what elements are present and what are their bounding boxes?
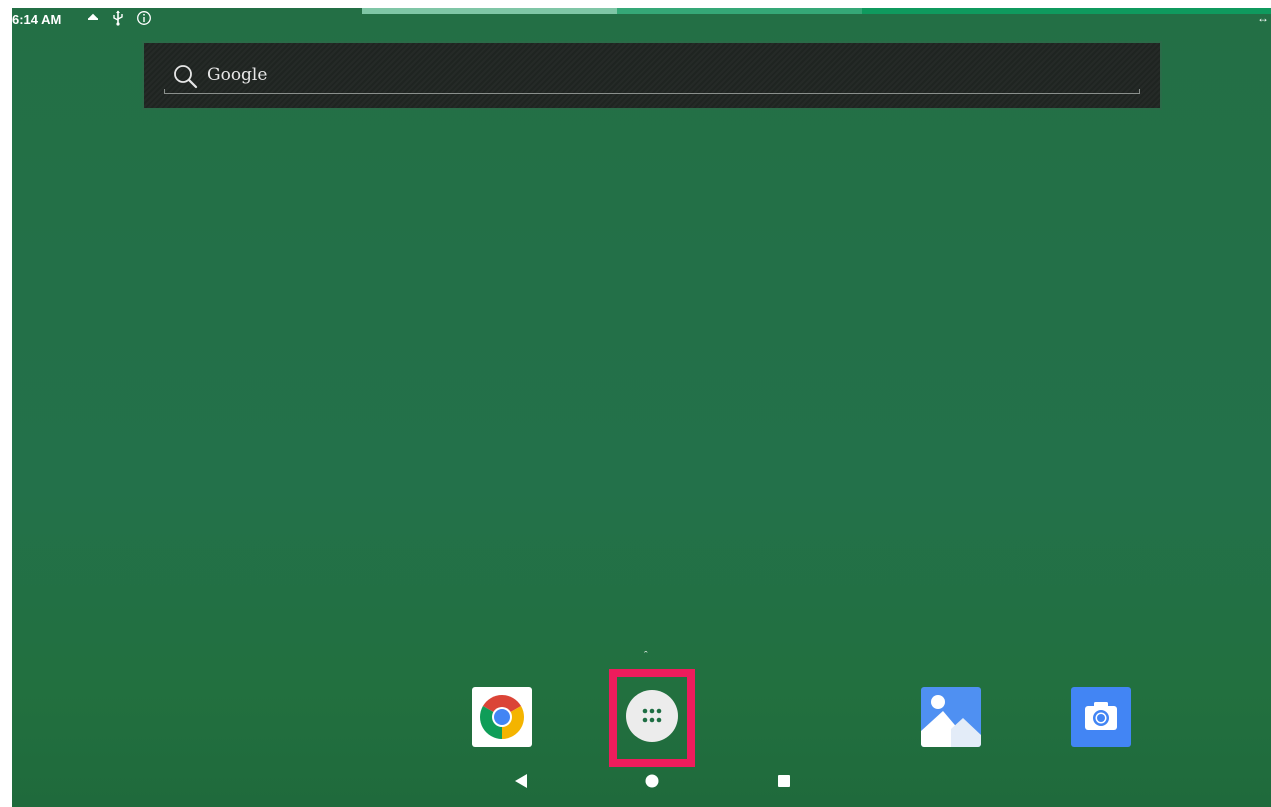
back-icon[interactable] — [513, 773, 529, 789]
home-circle-icon[interactable] — [644, 773, 660, 789]
photos-icon[interactable] — [921, 687, 981, 747]
apps-dots — [642, 708, 662, 723]
status-bar[interactable]: 6:14 AM ↔ — [12, 8, 1271, 32]
usb-icon — [113, 10, 123, 26]
apps-grid-icon — [626, 690, 678, 742]
photos-logo — [921, 687, 981, 747]
search-icon — [174, 65, 198, 89]
home-icon — [87, 12, 99, 20]
chrome-icon[interactable] — [472, 687, 532, 747]
search-label: Google — [207, 65, 268, 85]
chrome-logo — [480, 695, 524, 739]
recents-icon[interactable] — [776, 773, 792, 789]
info-icon — [137, 11, 151, 25]
rotate-icon: ↔ — [1257, 11, 1269, 25]
google-search-widget[interactable]: Google — [142, 41, 1162, 110]
swipe-up-hint: ˆ — [644, 650, 648, 662]
camera-icon[interactable] — [1071, 687, 1131, 747]
home-screen: 6:14 AM ↔ Google ˆ — [12, 8, 1271, 807]
status-time: 6:14 AM — [12, 12, 62, 27]
search-underline — [164, 89, 1140, 94]
camera-logo — [1085, 702, 1117, 730]
all-apps-button[interactable] — [609, 669, 695, 767]
